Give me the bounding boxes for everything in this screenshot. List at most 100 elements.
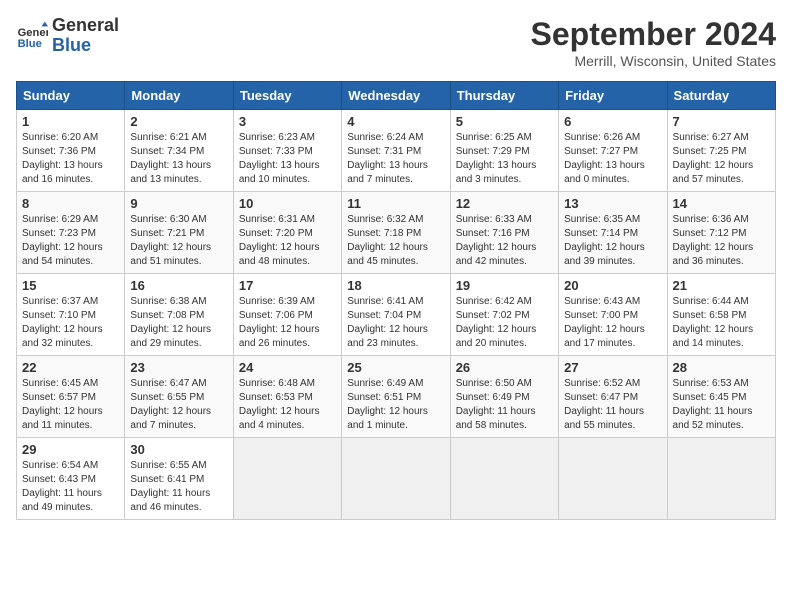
day-cell-10: 10Sunrise: 6:31 AMSunset: 7:20 PMDayligh… (233, 192, 341, 274)
column-header-sunday: Sunday (17, 82, 125, 110)
sunrise: Sunrise: 6:35 AMSunset: 7:14 PMDaylight:… (564, 214, 645, 267)
empty-cell (559, 438, 667, 520)
day-number: 2 (130, 114, 227, 129)
day-number: 7 (673, 114, 770, 129)
day-number: 21 (673, 278, 770, 293)
day-number: 16 (130, 278, 227, 293)
sunrise: Sunrise: 6:39 AMSunset: 7:06 PMDaylight:… (239, 296, 320, 349)
logo-icon: General Blue (16, 20, 48, 52)
column-header-monday: Monday (125, 82, 233, 110)
svg-text:Blue: Blue (18, 38, 42, 50)
day-number: 11 (347, 196, 444, 211)
sunrise: Sunrise: 6:42 AMSunset: 7:02 PMDaylight:… (456, 296, 537, 349)
month-title: September 2024 (531, 16, 776, 53)
sunrise: Sunrise: 6:29 AMSunset: 7:23 PMDaylight:… (22, 214, 103, 267)
sunrise: Sunrise: 6:50 AMSunset: 6:49 PMDaylight:… (456, 378, 536, 431)
sunrise: Sunrise: 6:30 AMSunset: 7:21 PMDaylight:… (130, 214, 211, 267)
sunrise: Sunrise: 6:27 AMSunset: 7:25 PMDaylight:… (673, 132, 754, 185)
week-row-1: 1 Sunrise: 6:20 AMSunset: 7:36 PMDaylight… (17, 110, 776, 192)
sunrise: Sunrise: 6:36 AMSunset: 7:12 PMDaylight:… (673, 214, 754, 267)
day-cell-9: 9 Sunrise: 6:30 AMSunset: 7:21 PMDaylight… (125, 192, 233, 274)
day-cell-11: 11 Sunrise: 6:32 AMSunset: 7:18 PMDayligh… (342, 192, 450, 274)
day-cell-24: 24Sunrise: 6:48 AMSunset: 6:53 PMDayligh… (233, 356, 341, 438)
day-number: 15 (22, 278, 119, 293)
column-header-tuesday: Tuesday (233, 82, 341, 110)
day-number: 12 (456, 196, 553, 211)
day-cell-12: 12Sunrise: 6:33 AMSunset: 7:16 PMDayligh… (450, 192, 558, 274)
svg-text:General: General (18, 27, 48, 39)
sunrise: Sunrise: 6:38 AMSunset: 7:08 PMDaylight:… (130, 296, 211, 349)
day-number: 14 (673, 196, 770, 211)
day-cell-20: 20Sunrise: 6:43 AMSunset: 7:00 PMDayligh… (559, 274, 667, 356)
sunrise: Sunrise: 6:23 AMSunset: 7:33 PMDaylight:… (239, 132, 320, 185)
day-number: 23 (130, 360, 227, 375)
week-row-5: 29 Sunrise: 6:54 AMSunset: 6:43 PMDayligh… (17, 438, 776, 520)
day-cell-1: 1 Sunrise: 6:20 AMSunset: 7:36 PMDaylight… (17, 110, 125, 192)
day-number: 4 (347, 114, 444, 129)
day-number: 27 (564, 360, 661, 375)
day-cell-14: 14 Sunrise: 6:36 AMSunset: 7:12 PMDayligh… (667, 192, 775, 274)
sunrise: Sunrise: 6:32 AMSunset: 7:18 PMDaylight:… (347, 214, 428, 267)
sunrise: Sunrise: 6:26 AMSunset: 7:27 PMDaylight:… (564, 132, 645, 185)
logo-line1: General (52, 16, 119, 36)
day-number: 22 (22, 360, 119, 375)
day-cell-22: 22 Sunrise: 6:45 AMSunset: 6:57 PMDayligh… (17, 356, 125, 438)
location: Merrill, Wisconsin, United States (531, 53, 776, 69)
sunrise: Sunrise: 6:44 AMSunset: 6:58 PMDaylight:… (673, 296, 754, 349)
day-cell-28: 28 Sunrise: 6:53 AMSunset: 6:45 PMDayligh… (667, 356, 775, 438)
column-header-wednesday: Wednesday (342, 82, 450, 110)
day-number: 13 (564, 196, 661, 211)
sunrise: Sunrise: 6:45 AMSunset: 6:57 PMDaylight:… (22, 378, 103, 431)
sunrise: Sunrise: 6:52 AMSunset: 6:47 PMDaylight:… (564, 378, 644, 431)
day-cell-19: 19 Sunrise: 6:42 AMSunset: 7:02 PMDayligh… (450, 274, 558, 356)
sunrise: Sunrise: 6:31 AMSunset: 7:20 PMDaylight:… (239, 214, 320, 267)
title-block: September 2024 Merrill, Wisconsin, Unite… (531, 16, 776, 69)
week-row-3: 15 Sunrise: 6:37 AMSunset: 7:10 PMDayligh… (17, 274, 776, 356)
day-number: 3 (239, 114, 336, 129)
day-cell-15: 15 Sunrise: 6:37 AMSunset: 7:10 PMDayligh… (17, 274, 125, 356)
day-number: 9 (130, 196, 227, 211)
day-number: 28 (673, 360, 770, 375)
day-number: 29 (22, 442, 119, 457)
day-number: 24 (239, 360, 336, 375)
day-number: 19 (456, 278, 553, 293)
sunrise: Sunrise: 6:43 AMSunset: 7:00 PMDaylight:… (564, 296, 645, 349)
day-number: 8 (22, 196, 119, 211)
day-cell-4: 4Sunrise: 6:24 AMSunset: 7:31 PMDaylight… (342, 110, 450, 192)
sunrise: Sunrise: 6:55 AMSunset: 6:41 PMDaylight:… (130, 460, 210, 513)
day-cell-30: 30 Sunrise: 6:55 AMSunset: 6:41 PMDayligh… (125, 438, 233, 520)
header-row: SundayMondayTuesdayWednesdayThursdayFrid… (17, 82, 776, 110)
sunrise: Sunrise: 6:53 AMSunset: 6:45 PMDaylight:… (673, 378, 753, 431)
day-cell-21: 21 Sunrise: 6:44 AMSunset: 6:58 PMDayligh… (667, 274, 775, 356)
day-number: 18 (347, 278, 444, 293)
empty-cell (450, 438, 558, 520)
empty-cell (342, 438, 450, 520)
sunrise: Sunrise: 6:25 AMSunset: 7:29 PMDaylight:… (456, 132, 537, 185)
sunrise: Sunrise: 6:20 AMSunset: 7:36 PMDaylight:… (22, 132, 103, 185)
sunrise: Sunrise: 6:54 AMSunset: 6:43 PMDaylight:… (22, 460, 102, 513)
logo: General Blue General Blue (16, 16, 119, 56)
day-number: 17 (239, 278, 336, 293)
column-header-thursday: Thursday (450, 82, 558, 110)
empty-cell (667, 438, 775, 520)
week-row-4: 22 Sunrise: 6:45 AMSunset: 6:57 PMDayligh… (17, 356, 776, 438)
day-number: 1 (22, 114, 119, 129)
sunrise: Sunrise: 6:37 AMSunset: 7:10 PMDaylight:… (22, 296, 103, 349)
day-number: 6 (564, 114, 661, 129)
sunrise: Sunrise: 6:49 AMSunset: 6:51 PMDaylight:… (347, 378, 428, 431)
column-header-friday: Friday (559, 82, 667, 110)
day-cell-7: 7 Sunrise: 6:27 AMSunset: 7:25 PMDaylight… (667, 110, 775, 192)
column-header-saturday: Saturday (667, 82, 775, 110)
day-cell-13: 13 Sunrise: 6:35 AMSunset: 7:14 PMDayligh… (559, 192, 667, 274)
day-cell-23: 23 Sunrise: 6:47 AMSunset: 6:55 PMDayligh… (125, 356, 233, 438)
sunrise: Sunrise: 6:21 AMSunset: 7:34 PMDaylight:… (130, 132, 211, 185)
sunrise: Sunrise: 6:41 AMSunset: 7:04 PMDaylight:… (347, 296, 428, 349)
day-number: 30 (130, 442, 227, 457)
sunrise: Sunrise: 6:47 AMSunset: 6:55 PMDaylight:… (130, 378, 211, 431)
day-cell-3: 3 Sunrise: 6:23 AMSunset: 7:33 PMDaylight… (233, 110, 341, 192)
day-cell-6: 6 Sunrise: 6:26 AMSunset: 7:27 PMDaylight… (559, 110, 667, 192)
logo-line2: Blue (52, 36, 119, 56)
week-row-2: 8 Sunrise: 6:29 AMSunset: 7:23 PMDaylight… (17, 192, 776, 274)
day-cell-17: 17 Sunrise: 6:39 AMSunset: 7:06 PMDayligh… (233, 274, 341, 356)
calendar-table: SundayMondayTuesdayWednesdayThursdayFrid… (16, 81, 776, 520)
